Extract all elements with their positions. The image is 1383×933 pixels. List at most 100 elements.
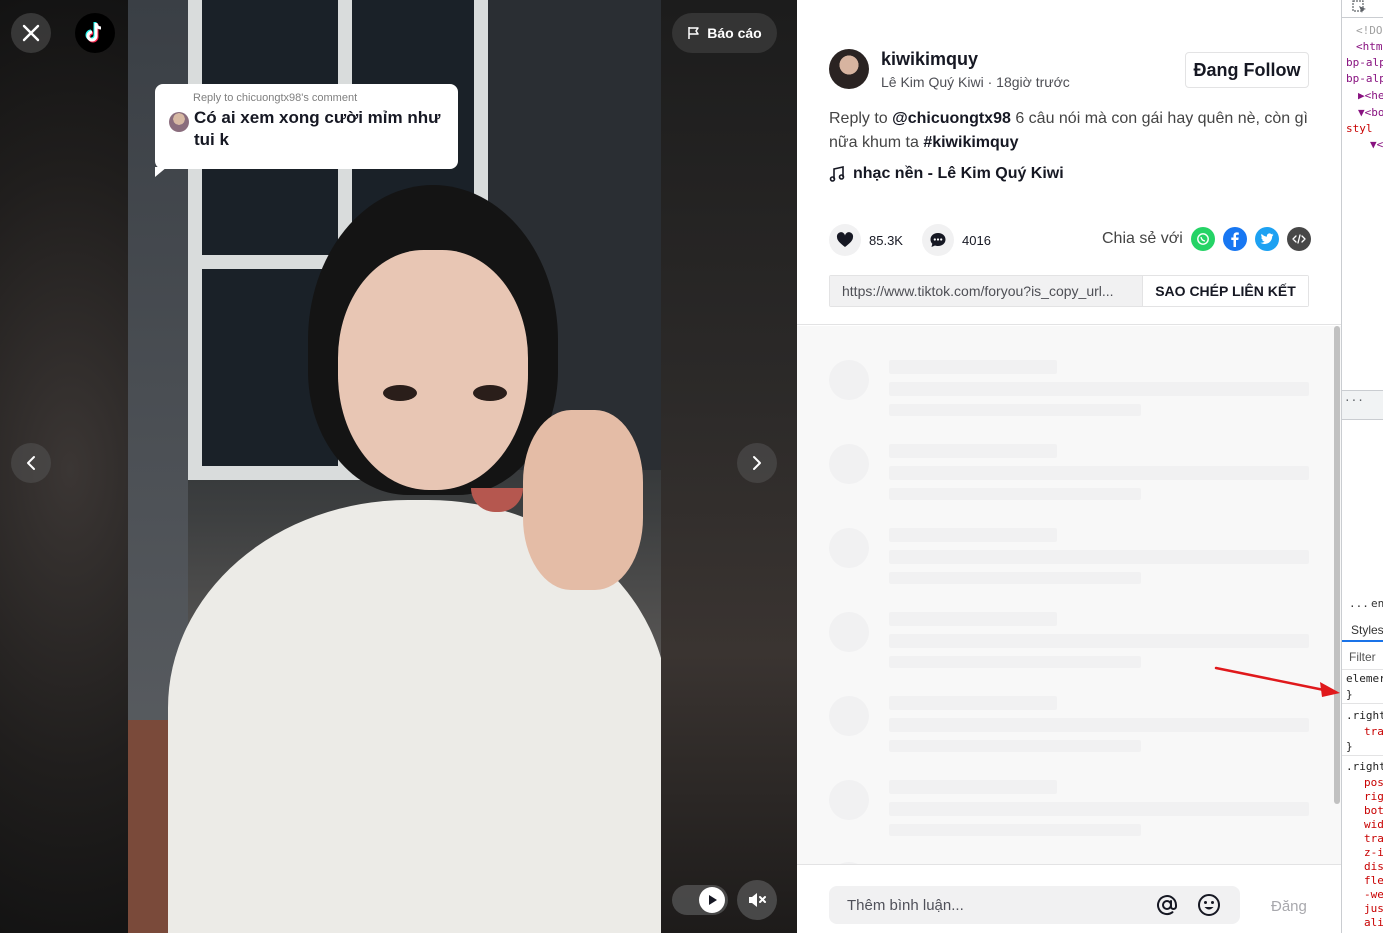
skeleton-line [889, 802, 1309, 816]
css-rule-selector[interactable]: elemer [1346, 672, 1383, 686]
tiktok-logo-icon [85, 22, 102, 43]
skeleton-avatar [829, 696, 869, 736]
author-username[interactable]: kiwikimquy [881, 49, 978, 70]
tiktok-logo[interactable] [75, 13, 115, 53]
css-property[interactable]: -we [1364, 888, 1383, 902]
comment-input[interactable]: Thêm bình luận... [829, 886, 1240, 924]
comment-stat[interactable]: 4016 [922, 224, 991, 256]
post-description: Reply to @chicuongtx98 6 câu nói mà con … [829, 107, 1309, 155]
css-property[interactable]: tra [1364, 832, 1383, 846]
tab-styles[interactable]: Styles [1342, 618, 1383, 642]
mention-button[interactable] [1154, 892, 1180, 918]
css-rule-selector[interactable]: .right [1346, 760, 1383, 774]
desc-mention-link[interactable]: @chicuongtx98 [892, 110, 1011, 127]
emoji-button[interactable] [1196, 892, 1222, 918]
copy-link-button[interactable]: SAO CHÉP LIÊN KẾT [1142, 276, 1308, 306]
dom-attr[interactable]: bp-alp [1346, 72, 1383, 86]
comment-count: 4016 [962, 232, 991, 248]
volume-mute-icon [749, 893, 766, 907]
css-rule-divider [1342, 703, 1383, 704]
whatsapp-icon[interactable] [1190, 227, 1215, 251]
annotation-arrow-icon [1214, 666, 1340, 697]
skeleton-line [889, 404, 1141, 416]
skeleton-line [889, 824, 1141, 836]
author-subline: Lê Kim Quý Kiwi · 18giờ trước [881, 74, 1070, 90]
video-link-url[interactable]: https://www.tiktok.com/foryou?is_copy_ur… [830, 276, 1142, 306]
comment-button[interactable] [922, 224, 954, 256]
devtools-panel: <!DO <htm bp-alp bp-alp ▶<he ▼<bo styl ▼… [1341, 0, 1383, 933]
skeleton-line [889, 780, 1057, 794]
like-count: 85.3K [869, 232, 903, 248]
reply-meta: Reply to chicuongtx98's comment [193, 92, 358, 104]
inspect-element-icon[interactable] [1352, 0, 1368, 14]
skeleton-avatar [829, 360, 869, 400]
css-property[interactable]: wid [1364, 818, 1383, 832]
twitter-icon[interactable] [1254, 227, 1279, 251]
comment-list[interactable] [797, 326, 1341, 864]
video-person-face [338, 250, 528, 490]
author-avatar[interactable] [829, 49, 869, 89]
close-button[interactable] [11, 13, 51, 53]
dom-child-node[interactable]: ▼< [1370, 138, 1383, 152]
next-video-button[interactable] [737, 443, 777, 483]
music-link[interactable]: nhạc nền - Lê Kim Quý Kiwi [829, 165, 1064, 183]
reply-comment-sticker: Reply to chicuongtx98's comment Có ai xe… [155, 84, 458, 177]
skeleton-line [889, 382, 1309, 396]
emoji-icon [1198, 894, 1220, 916]
styles-filter-input[interactable]: Filter [1342, 644, 1383, 670]
post-comment-button[interactable]: Đăng [1271, 898, 1307, 915]
comment-composer: Thêm bình luận... Đăng [797, 864, 1341, 933]
css-rule-close: } [1346, 740, 1353, 753]
dom-attr[interactable]: bp-alp [1346, 56, 1383, 70]
dom-body-node[interactable]: ▼<bo [1358, 106, 1383, 120]
css-rule-selector[interactable]: .right [1346, 709, 1383, 723]
css-property[interactable]: fle [1364, 874, 1383, 888]
facebook-icon[interactable] [1222, 227, 1247, 251]
dom-html-node[interactable]: <htm [1356, 40, 1383, 54]
scrollbar-thumb[interactable] [1334, 326, 1340, 804]
flag-icon [688, 27, 700, 39]
dom-attr[interactable]: styl [1346, 122, 1373, 136]
breadcrumb-partial[interactable]: en [1371, 597, 1383, 611]
css-property[interactable]: tra [1364, 725, 1383, 739]
css-property[interactable]: dis [1364, 860, 1383, 874]
following-button[interactable]: Đang Follow [1185, 52, 1309, 88]
devtools-toolbar-divider [1342, 17, 1383, 18]
css-property[interactable]: jus [1364, 902, 1383, 916]
devtools-splitter[interactable]: ... [1342, 390, 1383, 420]
heart-icon [836, 232, 854, 247]
previous-video-button[interactable] [11, 443, 51, 483]
css-rule-divider [1342, 755, 1383, 756]
skeleton-avatar [829, 612, 869, 652]
comment-scrollbar[interactable] [1333, 326, 1341, 864]
css-property[interactable]: bot [1364, 804, 1383, 818]
css-property[interactable]: rig [1364, 790, 1383, 804]
dom-doctype[interactable]: <!DO [1356, 24, 1383, 38]
music-title: nhạc nền - Lê Kim Quý Kiwi [853, 165, 1064, 182]
skeleton-line [889, 656, 1141, 668]
skeleton-line [889, 550, 1309, 564]
autoscroll-toggle[interactable] [672, 885, 728, 915]
skeleton-avatar [829, 444, 869, 484]
desc-hashtag-link[interactable]: #kiwikimquy [923, 134, 1018, 151]
post-time: 18giờ trước [996, 74, 1070, 90]
embed-icon[interactable] [1286, 227, 1311, 251]
tiktok-video-page: Báo cáo Reply to chicuongtx98's comment … [0, 0, 1383, 933]
like-button[interactable] [829, 224, 861, 256]
mute-button[interactable] [737, 880, 777, 920]
at-sign-icon [1157, 895, 1177, 916]
breadcrumb-more[interactable]: ... [1349, 597, 1369, 611]
dom-head-node[interactable]: ▶<he [1358, 89, 1383, 103]
report-button[interactable]: Báo cáo [672, 13, 777, 53]
css-property[interactable]: pos [1364, 776, 1383, 790]
reply-avatar [169, 112, 189, 132]
music-note-icon [829, 166, 845, 182]
css-property[interactable]: ali [1364, 916, 1383, 930]
skeleton-avatar [829, 780, 869, 820]
copy-link-box: https://www.tiktok.com/foryou?is_copy_ur… [829, 275, 1309, 307]
chevron-left-icon [27, 456, 35, 470]
comment-bubble-icon [930, 233, 946, 247]
like-stat[interactable]: 85.3K [829, 224, 903, 256]
css-property[interactable]: z-i [1364, 846, 1383, 860]
skeleton-line [889, 740, 1141, 752]
